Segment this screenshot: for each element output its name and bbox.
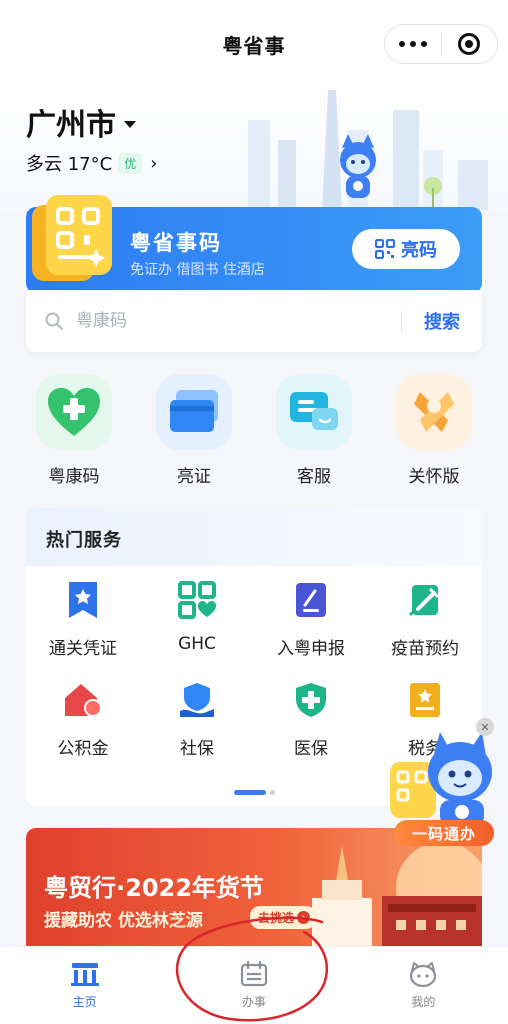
vaccine-icon	[405, 580, 445, 620]
service-vaccine-booking[interactable]: 疫苗预约	[368, 580, 482, 680]
banner-cta-label: 去挑选	[258, 911, 295, 925]
tax-icon	[405, 680, 445, 720]
service-customs-pass[interactable]: 通关凭证	[26, 580, 140, 680]
city-name: 广州市	[26, 108, 116, 143]
arrow-right-icon: ›	[297, 911, 311, 924]
bottom-tab-bar: 主页 办事 我的	[0, 946, 508, 1024]
quick-entry-customer-service[interactable]: 客服	[254, 374, 374, 494]
quick-entry-label: 客服	[297, 467, 331, 487]
search-input[interactable]	[76, 311, 401, 331]
close-icon[interactable]: ✕	[476, 718, 494, 736]
quick-entry-care-mode[interactable]: 关怀版	[374, 374, 494, 494]
service-housing-fund[interactable]: 公积金	[26, 680, 140, 780]
chevron-right-icon: ›	[150, 152, 158, 174]
service-label: 通关凭证	[49, 639, 117, 659]
tab-home[interactable]: 主页	[0, 947, 169, 1024]
service-ghc[interactable]: GHC	[140, 580, 254, 680]
yue-code-logo-icon	[32, 195, 112, 281]
quick-entry-show-id[interactable]: 亮证	[134, 374, 254, 494]
yue-code-card[interactable]: 粤省事码 免证办 借图书 住酒店 亮码	[26, 195, 482, 293]
show-code-button[interactable]: 亮码	[352, 229, 460, 269]
air-quality-badge: 优	[118, 152, 143, 174]
quick-entry-label: 粤康码	[48, 467, 100, 487]
id-cards-icon	[156, 374, 232, 450]
service-label: 医保	[294, 739, 328, 759]
quick-entry-health-code[interactable]: 粤康码	[14, 374, 134, 494]
chat-bubble-icon	[276, 374, 352, 450]
profile-face-icon	[410, 962, 437, 987]
service-social-security[interactable]: 社保	[140, 680, 254, 780]
floating-one-code-widget[interactable]: ✕ 一码通办	[384, 718, 502, 850]
target-close-icon[interactable]	[441, 25, 497, 63]
social-security-icon	[177, 680, 217, 720]
health-heart-icon	[36, 374, 112, 450]
city-skyline-illustration	[248, 90, 488, 210]
housing-fund-icon	[63, 680, 103, 720]
tab-label: 办事	[241, 995, 266, 1009]
service-label: 疫苗预约	[391, 639, 459, 659]
code-card-title: 粤省事码	[130, 231, 222, 255]
home-icon	[70, 963, 99, 986]
medical-insurance-icon	[291, 680, 331, 720]
ghc-code-icon	[177, 580, 217, 620]
service-medical-insurance[interactable]: 医保	[254, 680, 368, 780]
caret-down-icon	[124, 120, 136, 128]
declaration-icon	[291, 580, 331, 620]
customs-pass-icon	[63, 580, 103, 620]
tab-label: 我的	[411, 995, 436, 1009]
tab-label: 主页	[72, 995, 97, 1009]
quick-entries: 粤康码 亮证 客服 关怀版	[14, 374, 494, 494]
top-bar: 粤省事	[0, 0, 508, 90]
quick-entry-label: 亮证	[177, 467, 211, 487]
tab-services[interactable]: 办事	[169, 947, 338, 1024]
code-card-subtitle: 免证办 借图书 住酒店	[130, 262, 265, 278]
banner-cta-button[interactable]: 去挑选 ›	[250, 906, 317, 929]
weather-text: 多云 17°C	[26, 154, 113, 175]
service-label: 公积金	[57, 739, 109, 759]
banner-title: 粤贸行·2022年货节	[44, 874, 264, 902]
calendar-icon	[240, 961, 268, 987]
search-icon	[45, 312, 63, 330]
page-dot	[269, 790, 275, 795]
search-button[interactable]: 搜索	[402, 308, 482, 334]
floating-widget-label: 一码通办	[394, 820, 494, 846]
quick-entry-label: 关怀版	[408, 467, 460, 487]
mini-program-capsule	[384, 24, 498, 64]
weather-info[interactable]: 多云 17°C 优 ›	[26, 150, 157, 176]
show-code-label: 亮码	[401, 240, 437, 261]
more-dots-icon[interactable]	[385, 25, 441, 63]
page-dot-active	[233, 790, 266, 795]
hot-services-title: 热门服务	[46, 530, 122, 551]
service-label: 入粤申报	[277, 639, 345, 659]
city-selector[interactable]: 广州市	[26, 100, 136, 144]
banner-subtitle: 援藏助农 优选林芝源	[44, 911, 203, 931]
service-label: GHC	[178, 634, 216, 654]
service-label: 社保	[180, 739, 214, 759]
qr-code-icon	[375, 239, 395, 259]
search-bar: 搜索	[26, 290, 482, 352]
tab-mine[interactable]: 我的	[339, 947, 508, 1024]
hot-services-header: 热门服务	[26, 508, 482, 566]
care-ribbon-icon	[396, 374, 472, 450]
service-entry-declaration[interactable]: 入粤申报	[254, 580, 368, 680]
